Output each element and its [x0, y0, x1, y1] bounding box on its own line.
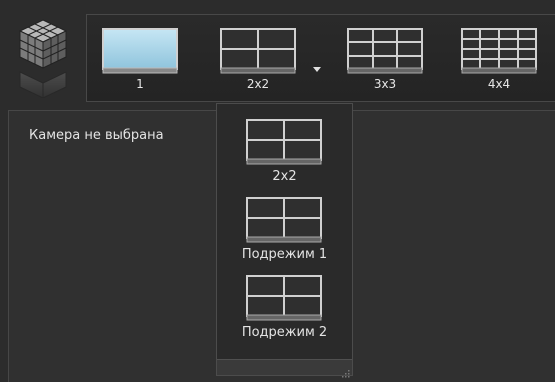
dropdown-item-2x2[interactable]: 2x2 [217, 119, 352, 199]
single-view-icon [102, 28, 178, 78]
layout-1-label: 1 [136, 77, 144, 91]
grid-3x3-icon [347, 28, 423, 78]
layout-toolbar: 1 2x2 3x3 4x4 [86, 14, 555, 102]
grid-4x4-icon [461, 28, 537, 78]
no-camera-selected-text: Камера не выбрана [29, 128, 164, 143]
layout-2x2-button[interactable]: 2x2 [212, 15, 304, 101]
chevron-down-icon[interactable] [312, 59, 322, 72]
dropdown-item-label: Подрежим 1 [241, 247, 328, 262]
resize-grip-icon[interactable] [340, 363, 350, 378]
layout-submode-dropdown: 2x2 Подрежим 1 Подрежим 2 [216, 103, 353, 378]
grid-2x2-icon [246, 197, 322, 247]
grid-2x2-icon [220, 28, 296, 78]
dropdown-item-label: Подрежим 2 [241, 325, 328, 340]
dropdown-item-label: 2x2 [272, 169, 297, 184]
layout-1-button[interactable]: 1 [94, 15, 186, 101]
grid-2x2-icon [246, 119, 322, 169]
dropdown-item-submode-2[interactable]: Подрежим 2 [217, 275, 352, 355]
logo-cube-icon [8, 14, 78, 99]
dropdown-item-submode-1[interactable]: Подрежим 1 [217, 197, 352, 277]
layout-4x4-label: 4x4 [487, 77, 511, 91]
layout-2x2-label: 2x2 [246, 77, 270, 91]
layout-3x3-button[interactable]: 3x3 [339, 15, 431, 101]
grid-2x2-icon [246, 275, 322, 325]
app-window: 1 2x2 3x3 4x4 Камера не выбрана 2x2 Подр… [0, 0, 555, 382]
dropdown-footer [217, 359, 352, 378]
layout-4x4-button[interactable]: 4x4 [453, 15, 545, 101]
layout-3x3-label: 3x3 [373, 77, 397, 91]
